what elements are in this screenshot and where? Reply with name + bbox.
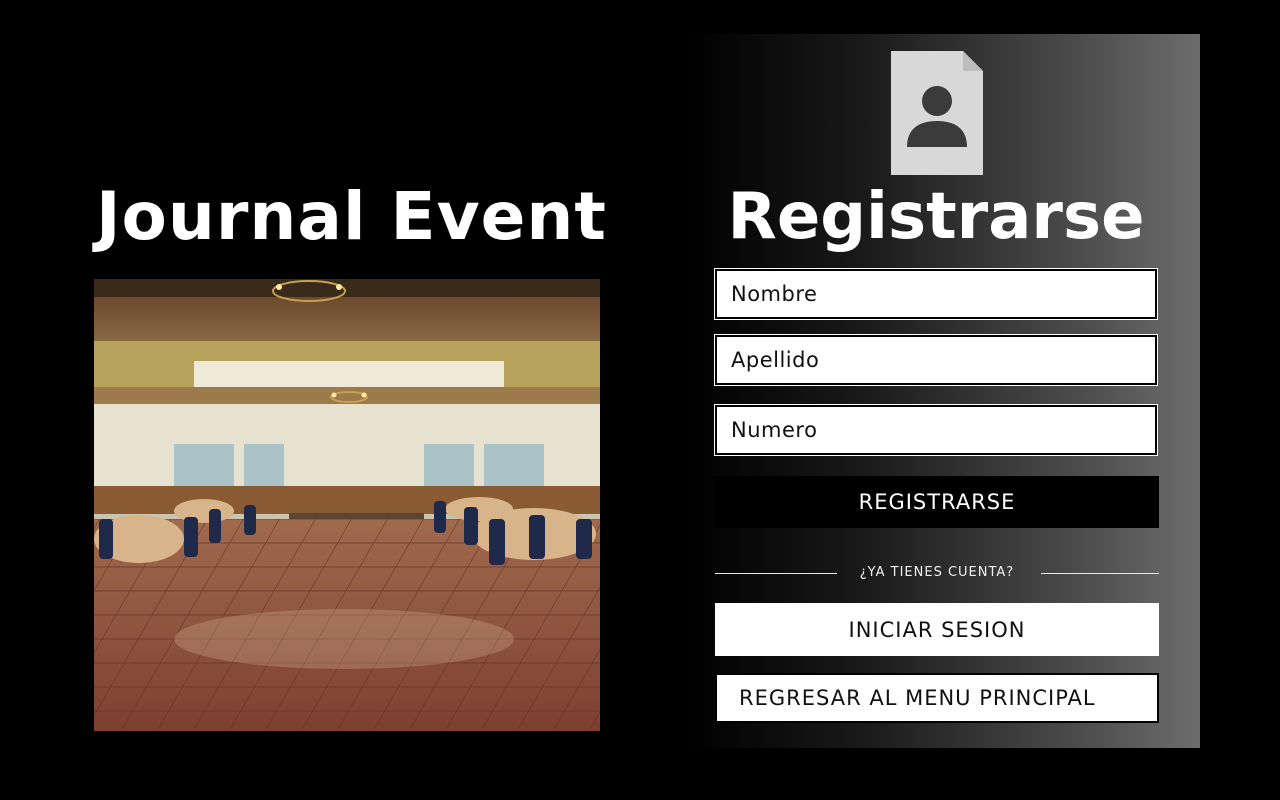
page-title: Registrarse [727, 180, 1145, 254]
login-button[interactable]: INICIAR SESION [715, 603, 1159, 656]
first-name-input[interactable] [714, 268, 1158, 320]
back-to-main-menu-button[interactable]: REGRESAR AL MENU PRINCIPAL [715, 673, 1159, 723]
register-panel: Registrarse REGISTRARSE ¿YA TIENES CUENT… [686, 34, 1200, 748]
divider: ¿YA TIENES CUENTA? [715, 564, 1159, 584]
register-button[interactable]: REGISTRARSE [715, 476, 1159, 528]
brand-title: Journal Event [96, 178, 607, 255]
user-file-icon [891, 51, 983, 175]
phone-number-input[interactable] [714, 404, 1158, 456]
divider-line-right [1041, 573, 1159, 574]
venue-photo [94, 279, 600, 731]
last-name-input[interactable] [714, 334, 1158, 386]
